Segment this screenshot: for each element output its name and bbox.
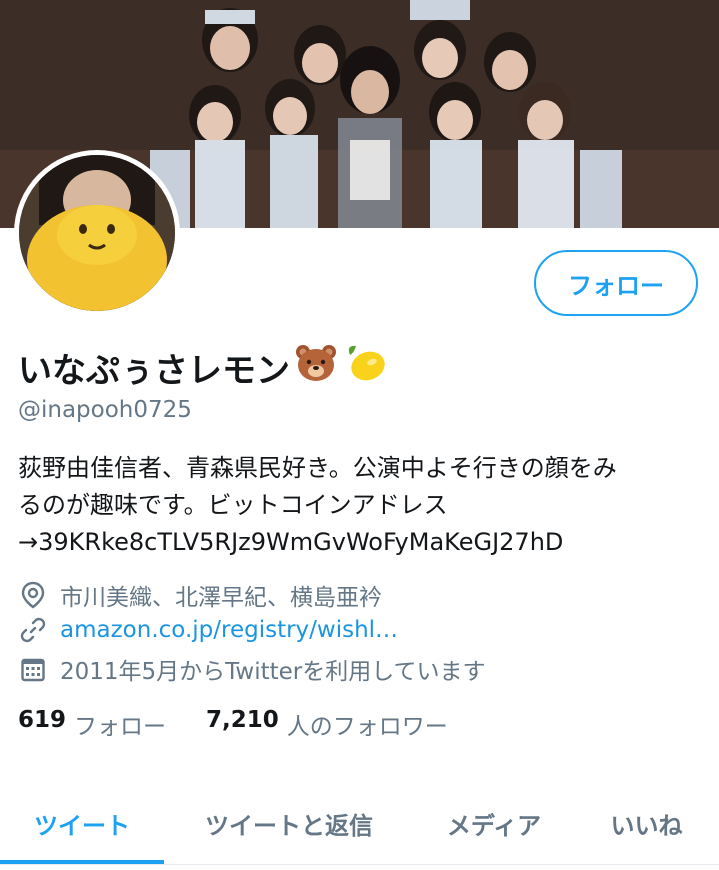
followers-count-link[interactable]: 7,210 人のフォロワー (206, 707, 448, 741)
followers-label: 人のフォロワー (286, 714, 448, 740)
profile-tabs: ツイート ツイートと返信 メディア いいね (0, 782, 719, 864)
joined-text: 2011年5月からTwitterを利用しています (60, 659, 486, 685)
location-row: 市川美織、北澤早紀、横島亜衿 (18, 578, 382, 612)
profile-bio: 荻野由佳信者、青森県民好き。公演中よそ行きの顔をみ るのが趣味です。ビットコイン… (18, 450, 708, 561)
tabs-divider (0, 864, 719, 865)
followers-count: 7,210 (206, 707, 279, 733)
following-count-link[interactable]: 619 フォロー (18, 707, 166, 741)
follow-button[interactable]: フォロー (534, 250, 698, 316)
bio-line: 荻野由佳信者、青森県民好き。公演中よそ行きの顔をみ (18, 454, 617, 482)
tab-media[interactable]: メディア (414, 782, 574, 864)
calendar-icon (18, 654, 48, 684)
website-link[interactable]: amazon.co.jp/registry/wishl… (60, 617, 398, 643)
bear-face-emoji-icon (294, 343, 338, 392)
display-name: いなぷぅさレモン (18, 343, 390, 392)
lemon-emoji-icon (342, 343, 390, 392)
bio-line: →39KRke8cTLV5RJz9WmGvWoFyMaKeGJ27hD (18, 528, 564, 556)
tab-tweets[interactable]: ツイート (0, 782, 164, 864)
link-icon (18, 615, 48, 645)
tab-tweets-and-replies[interactable]: ツイートと返信 (164, 782, 414, 864)
location-pin-icon (18, 580, 48, 610)
tab-likes[interactable]: いいね (574, 782, 719, 864)
avatar-image (19, 155, 175, 311)
profile-avatar[interactable] (14, 150, 180, 316)
following-count: 619 (18, 707, 67, 733)
follow-counts: 619 フォロー 7,210 人のフォロワー (18, 707, 488, 741)
display-name-text: いなぷぅさレモン (18, 351, 290, 391)
following-label: フォロー (74, 714, 167, 740)
website-row: amazon.co.jp/registry/wishl… (18, 615, 398, 645)
location-text: 市川美織、北澤早紀、横島亜衿 (60, 585, 382, 611)
user-handle: @inapooh0725 (18, 397, 192, 423)
joined-row: 2011年5月からTwitterを利用しています (18, 652, 486, 686)
bio-line: るのが趣味です。ビットコインアドレス (18, 491, 448, 519)
